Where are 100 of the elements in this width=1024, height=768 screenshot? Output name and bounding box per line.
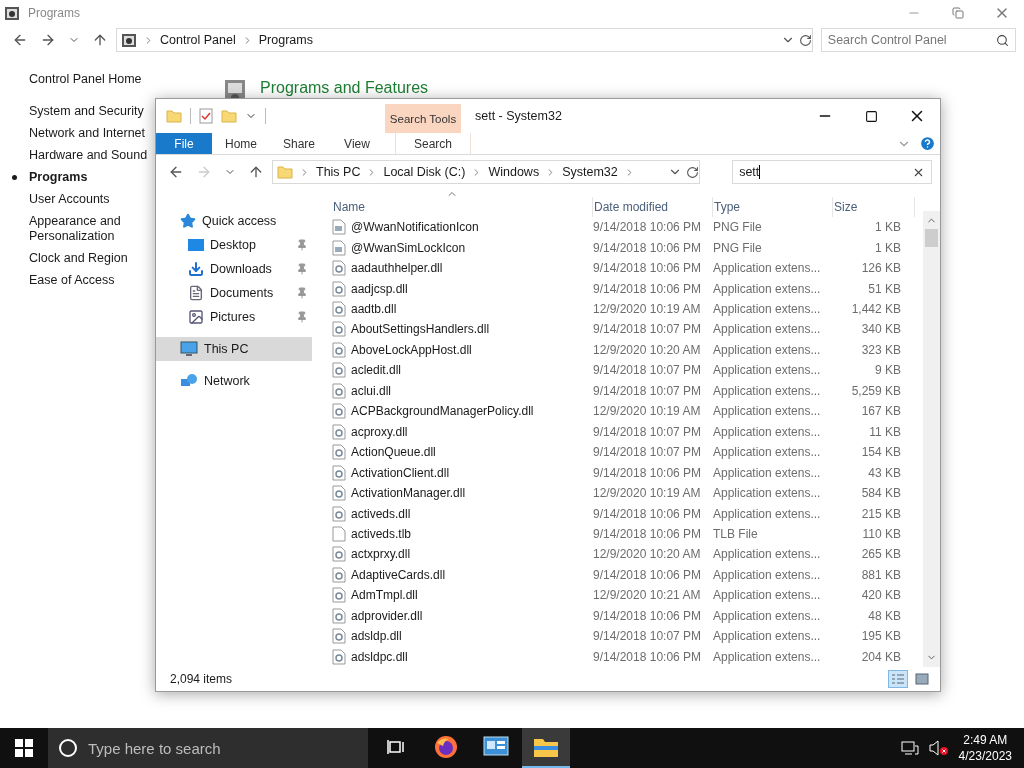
file-name[interactable]: ActionQueue.dll: [351, 445, 436, 460]
scroll-thumb[interactable]: [925, 229, 938, 247]
file-name[interactable]: acproxy.dll: [351, 424, 408, 439]
file-name[interactable]: activeds.tlb: [351, 526, 412, 541]
nav-link[interactable]: Control Panel Home: [12, 72, 152, 87]
breadcrumb-item[interactable]: Windows: [488, 165, 540, 179]
nav-link[interactable]: Programs: [12, 170, 152, 185]
search-field[interactable]: sett: [732, 160, 932, 184]
column-header[interactable]: Date modified: [593, 196, 713, 217]
search-field[interactable]: Search Control Panel: [820, 28, 1016, 52]
file-name[interactable]: aadauthhelper.dll: [351, 261, 443, 276]
taskbar-search-field[interactable]: Type here to search: [48, 728, 368, 768]
maximize-icon[interactable]: [864, 109, 878, 123]
column-header[interactable]: Name: [332, 196, 593, 217]
forward-icon[interactable]: [40, 32, 56, 48]
help-icon[interactable]: [919, 135, 936, 152]
nav-link[interactable]: Ease of Access: [12, 273, 152, 288]
table-cell-text: 215 KB: [860, 506, 901, 521]
nav-link[interactable]: Network and Internet: [12, 126, 152, 141]
table-cell-text: 9/14/2018 10:06 PM: [593, 506, 703, 521]
gear-file-icon: [332, 403, 346, 420]
table-cell-text: 265 KB: [860, 547, 901, 562]
scrollbar[interactable]: [923, 211, 940, 667]
file-name[interactable]: @WwanSimLockIcon: [351, 240, 466, 255]
thumbnail-view-button[interactable]: [912, 670, 932, 688]
nav-link[interactable]: System and Security: [12, 104, 152, 119]
section-heading[interactable]: Programs and Features: [260, 79, 429, 97]
table-cell-text: 1,442 KB: [850, 302, 901, 316]
file-name[interactable]: adsldp.dll: [351, 629, 402, 644]
gear-file-icon: [332, 628, 346, 645]
file-name[interactable]: AdmTmpl.dll: [351, 588, 418, 603]
taskbar-app[interactable]: [522, 728, 570, 768]
refresh-icon[interactable]: [798, 33, 812, 47]
ribbon-tab[interactable]: Share: [270, 133, 328, 154]
column-header[interactable]: Type: [713, 196, 833, 217]
address-bar[interactable]: Control Panel Programs: [116, 28, 813, 52]
file-name[interactable]: aadtb.dll: [351, 302, 397, 316]
ribbon-tab[interactable]: Home: [212, 133, 270, 154]
nav-link[interactable]: Hardware and Sound: [12, 148, 152, 163]
ribbon-tab[interactable]: Search: [395, 133, 471, 154]
address-bar[interactable]: This PC Local Disk (C:) Windows System32: [272, 160, 701, 184]
file-name[interactable]: @WwanNotificationIcon: [351, 220, 479, 235]
back-icon[interactable]: [168, 164, 184, 180]
breadcrumb-item[interactable]: Local Disk (C:): [383, 165, 466, 179]
nav-item[interactable]: Desktop: [156, 233, 312, 257]
network-icon[interactable]: [900, 740, 919, 756]
file-name[interactable]: AboveLockAppHost.dll: [351, 342, 472, 357]
file-name[interactable]: adprovider.dll: [351, 608, 423, 623]
file-name[interactable]: AdaptiveCards.dll: [351, 567, 446, 582]
breadcrumb-item[interactable]: System32: [562, 165, 618, 179]
nav-item[interactable]: Network: [156, 369, 312, 393]
volume-muted-icon[interactable]: [928, 740, 949, 756]
clock[interactable]: 2:49 AM 4/23/2023: [958, 732, 1012, 764]
file-name[interactable]: adsldpc.dll: [351, 649, 408, 664]
gear-file-icon: [332, 505, 346, 522]
table-cell-text: 323 KB: [860, 342, 901, 357]
table-cell-text: 195 KB: [860, 629, 901, 644]
file-name[interactable]: aadjcsp.dll: [351, 281, 408, 296]
file-name[interactable]: actxprxy.dll: [351, 547, 411, 562]
gear-file-icon: [332, 607, 346, 624]
nav-item[interactable]: Documents: [156, 281, 312, 305]
up-icon[interactable]: [92, 32, 108, 48]
table-cell-text: 154 KB: [860, 445, 901, 460]
table-cell-text: Application extens...: [713, 506, 822, 521]
nav-link[interactable]: Clock and Region: [12, 251, 152, 266]
nav-link[interactable]: Appearance and Personalization: [12, 214, 152, 244]
nav-item[interactable]: Pictures: [156, 305, 312, 329]
restore-icon[interactable]: [952, 7, 964, 19]
monitor-icon: [180, 341, 198, 357]
ribbon-tab[interactable]: View: [328, 133, 386, 154]
control-panel-icon: [4, 5, 20, 21]
file-name[interactable]: ActivationManager.dll: [351, 486, 466, 501]
gear-file-icon: [332, 301, 346, 317]
table-cell-text: 881 KB: [860, 567, 901, 582]
nav-link[interactable]: User Accounts: [12, 192, 152, 207]
table-cell-text: 9/14/2018 10:06 PM: [593, 526, 703, 541]
column-header[interactable]: Size: [833, 196, 915, 217]
ribbon-tab[interactable]: File: [156, 133, 212, 154]
back-icon[interactable]: [12, 32, 28, 48]
nav-item[interactable]: Quick access: [156, 209, 312, 233]
table-cell-text: 12/9/2020 10:20 AM: [593, 342, 702, 357]
table-cell-text: 126 KB: [860, 261, 901, 276]
breadcrumb-item[interactable]: This PC: [316, 165, 361, 179]
nav-item[interactable]: Downloads: [156, 257, 312, 281]
table-cell-text: Application extens...: [713, 588, 822, 603]
file-name[interactable]: ACPBackgroundManagerPolicy.dll: [351, 404, 534, 419]
file-name[interactable]: activeds.dll: [351, 506, 411, 521]
table-cell-text: 420 KB: [860, 588, 901, 603]
up-icon[interactable]: [248, 164, 264, 180]
file-name[interactable]: AboutSettingsHandlers.dll: [351, 322, 490, 337]
file-name[interactable]: acledit.dll: [351, 363, 402, 378]
table-cell-text: Application extens...: [713, 486, 822, 501]
file-name[interactable]: aclui.dll: [351, 383, 392, 398]
file-name[interactable]: ActivationClient.dll: [351, 465, 450, 480]
table-cell-text: 48 KB: [867, 608, 901, 623]
breadcrumb-item[interactable]: Programs: [258, 33, 313, 47]
breadcrumb-item[interactable]: Control Panel: [160, 33, 236, 47]
nav-item[interactable]: This PC: [156, 337, 312, 361]
checkbox-icon[interactable]: [199, 108, 213, 124]
refresh-icon[interactable]: [686, 165, 700, 179]
